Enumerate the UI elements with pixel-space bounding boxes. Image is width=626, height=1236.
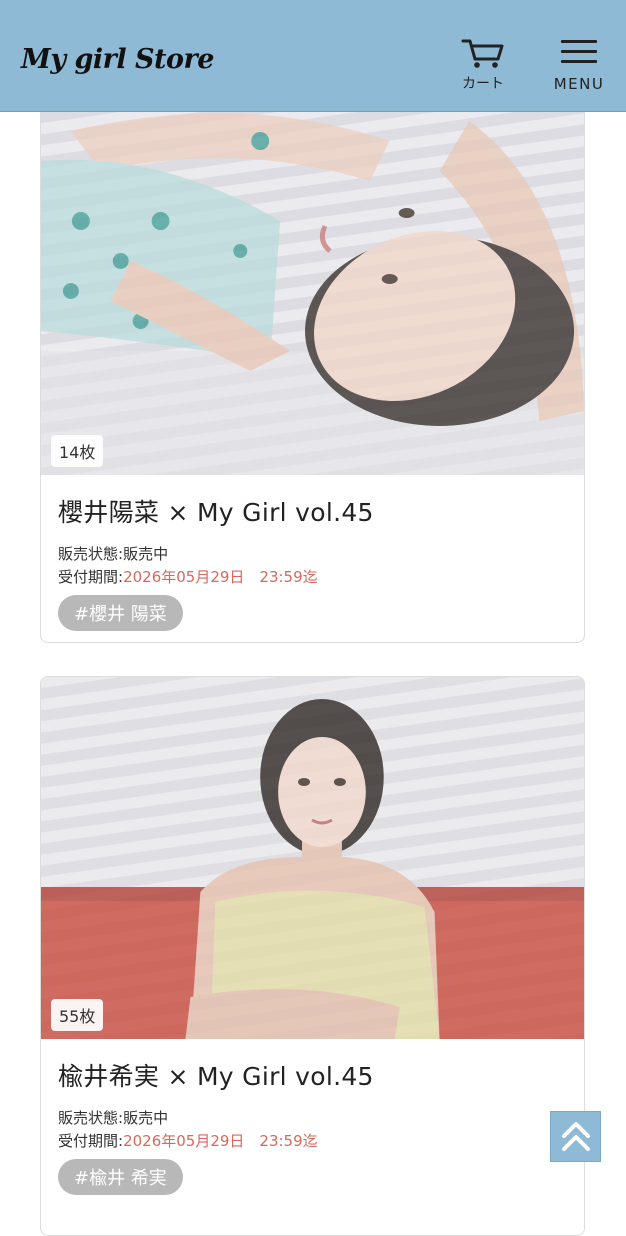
menu-label: MENU bbox=[553, 75, 605, 93]
site-header: My girl Store カート MENU bbox=[0, 0, 626, 112]
sale-status-label: 販売状態: bbox=[58, 545, 124, 563]
product-title[interactable]: 櫻井陽菜 × My Girl vol.45 bbox=[58, 493, 567, 529]
sale-status-label: 販売状態: bbox=[58, 1109, 124, 1127]
product-card[interactable]: 55枚 楡井希実 × My Girl vol.45 販売状態:販売中 受付期間:… bbox=[40, 676, 585, 1236]
photo-image bbox=[41, 101, 584, 475]
back-to-top-button[interactable] bbox=[550, 1111, 601, 1162]
sale-status-value: 販売中 bbox=[123, 545, 169, 563]
photo-count-badge: 55枚 bbox=[51, 999, 104, 1031]
reception-period-label: 受付期間: bbox=[58, 568, 124, 586]
product-photo[interactable]: 55枚 bbox=[41, 677, 584, 1039]
product-title[interactable]: 楡井希実 × My Girl vol.45 bbox=[58, 1057, 567, 1093]
model-tag[interactable]: #楡井 希実 bbox=[58, 1159, 183, 1195]
product-card[interactable]: 14枚 櫻井陽菜 × My Girl vol.45 販売状態:販売中 受付期間:… bbox=[40, 100, 585, 643]
reception-period: 受付期間:2026年05月29日 23:59迄 bbox=[58, 566, 567, 589]
menu-button[interactable]: MENU bbox=[550, 40, 608, 96]
sale-status: 販売状態:販売中 bbox=[58, 1107, 567, 1130]
reception-period: 受付期間:2026年05月29日 23:59迄 bbox=[58, 1130, 567, 1153]
cart-button[interactable]: カート bbox=[452, 38, 514, 98]
product-photo[interactable]: 14枚 bbox=[41, 101, 584, 475]
hamburger-menu-icon bbox=[561, 40, 597, 63]
photo-image bbox=[41, 677, 584, 1039]
double-chevron-up-icon bbox=[561, 1122, 590, 1151]
sale-status: 販売状態:販売中 bbox=[58, 543, 567, 566]
cart-icon bbox=[461, 39, 504, 68]
cart-label: カート bbox=[462, 76, 504, 92]
reception-period-value: 2026年05月29日 23:59迄 bbox=[123, 568, 318, 586]
store-logo[interactable]: My girl Store bbox=[21, 44, 214, 75]
model-tag[interactable]: #櫻井 陽菜 bbox=[58, 595, 183, 631]
reception-period-label: 受付期間: bbox=[58, 1132, 124, 1150]
sale-status-value: 販売中 bbox=[123, 1109, 169, 1127]
photo-count-badge: 14枚 bbox=[51, 435, 104, 467]
reception-period-value: 2026年05月29日 23:59迄 bbox=[123, 1132, 318, 1150]
